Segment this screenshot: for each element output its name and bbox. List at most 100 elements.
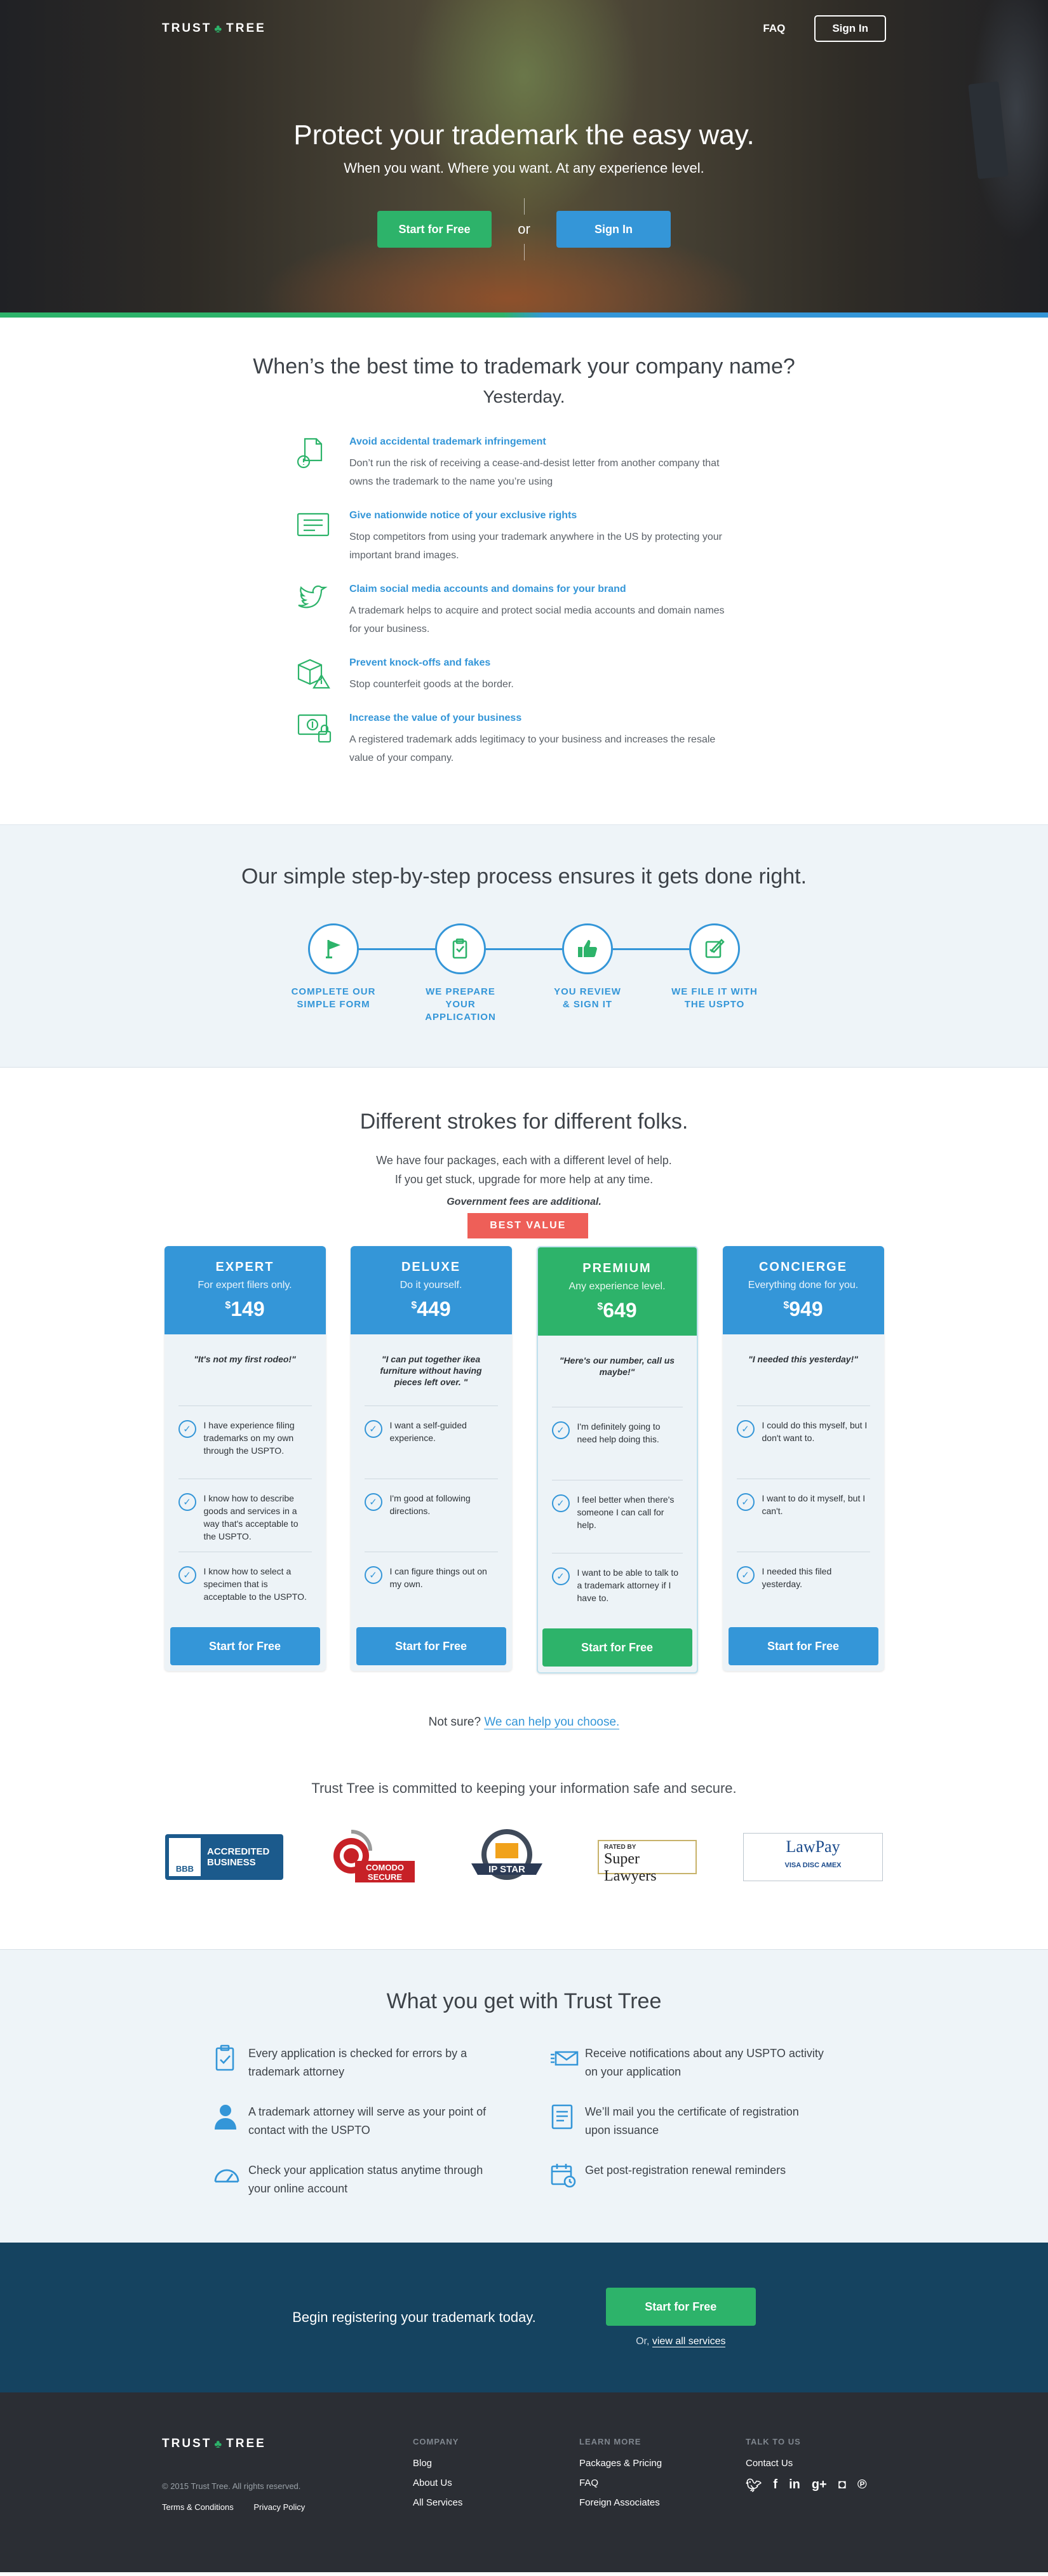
package-tagline: Do it yourself. bbox=[400, 1280, 462, 1291]
package-name: DELUXE bbox=[401, 1260, 461, 1274]
benefits-section: When’s the best time to trademark your c… bbox=[0, 318, 1048, 825]
benefit-item: Avoid accidental trademark infringement D… bbox=[292, 436, 756, 491]
nav-sign-in-button[interactable]: Sign In bbox=[814, 15, 886, 42]
price-value: 649 bbox=[603, 1299, 637, 1322]
footer-heading: COMPANY bbox=[413, 2437, 459, 2446]
super-lawyers-top: RATED BY bbox=[604, 1844, 636, 1851]
benefit-item: Prevent knock-offs and fakes Stop counter… bbox=[292, 657, 756, 694]
twitter-icon[interactable]: 🐦︎ bbox=[746, 2478, 762, 2493]
comodo-badge: COMODO SECURE bbox=[330, 1828, 416, 1886]
feature-text: I know how to select a specimen that is … bbox=[203, 1566, 307, 1602]
footer-link-blog[interactable]: Blog bbox=[413, 2458, 579, 2469]
package-tagline: Everything done for you. bbox=[748, 1280, 859, 1291]
concierge-start-button[interactable]: Start for Free bbox=[728, 1627, 878, 1665]
check-icon: ✓ bbox=[551, 1494, 570, 1512]
check-icon: ✓ bbox=[551, 1567, 570, 1585]
footer-link-foreign[interactable]: Foreign Associates bbox=[579, 2497, 746, 2508]
benefit-title: Avoid accidental trademark infringement bbox=[349, 436, 546, 447]
package-feature: ✓ I feel better when there's someone I ca… bbox=[551, 1480, 683, 1553]
hero-sign-in-button[interactable]: Sign In bbox=[556, 211, 671, 248]
benefit-item: Give nationwide notice of your exclusive… bbox=[292, 510, 756, 565]
terms-link[interactable]: Terms & Conditions bbox=[162, 2502, 234, 2512]
footer-link-services[interactable]: All Services bbox=[413, 2497, 579, 2508]
footer-heading: TALK TO US bbox=[746, 2437, 801, 2446]
logo-text-right: TREE bbox=[226, 2437, 266, 2450]
package-name: CONCIERGE bbox=[758, 1260, 848, 1274]
bird-icon bbox=[292, 584, 349, 638]
premium-start-button[interactable]: Start for Free bbox=[542, 1628, 692, 1667]
begin-start-button[interactable]: Start for Free bbox=[605, 2288, 756, 2326]
check-icon: ✓ bbox=[178, 1566, 196, 1584]
card-logos: VISA DISC AMEX bbox=[784, 1862, 842, 1869]
hero-start-button[interactable]: Start for Free bbox=[377, 211, 492, 248]
or-text: Or, bbox=[636, 2336, 650, 2347]
logo[interactable]: TRUST ♣ TREE bbox=[162, 22, 266, 36]
package-tagline: For expert filers only. bbox=[198, 1280, 292, 1291]
get-item: Receive notifications about any USPTO ac… bbox=[543, 2044, 842, 2081]
faq-link[interactable]: FAQ bbox=[763, 22, 785, 35]
check-icon: ✓ bbox=[364, 1493, 382, 1511]
price-value: 149 bbox=[231, 1298, 265, 1320]
expert-start-button[interactable]: Start for Free bbox=[170, 1627, 320, 1665]
feature-text: I could do this myself, but I don't want… bbox=[762, 1420, 868, 1443]
trust-badges: BBB ACCREDITED BUSINESS COMODO SECURE IP… bbox=[165, 1828, 883, 1886]
package-tagline: Any experience level. bbox=[568, 1281, 666, 1292]
package-price: $449 bbox=[351, 1298, 512, 1321]
footer-logo[interactable]: TRUST ♣ TREE bbox=[162, 2437, 413, 2451]
package-feature: ✓ I could do this myself, but I don't wan… bbox=[736, 1405, 870, 1479]
package-quote: "It's not my first rodeo!" bbox=[194, 1354, 296, 1364]
feature-text: I know how to describe goods and service… bbox=[203, 1493, 299, 1541]
process-steps: COMPLETE OUR SIMPLE FORM WE PREPARE YOUR A… bbox=[283, 923, 765, 1024]
benefit-text: A trademark helps to acquire and protect… bbox=[349, 605, 725, 634]
google-plus-icon[interactable]: g+ bbox=[812, 2478, 827, 2493]
comodo-text: COMODO bbox=[366, 1863, 404, 1872]
package-price: $949 bbox=[723, 1298, 884, 1321]
view-all-services-link[interactable]: view all services bbox=[652, 2336, 726, 2347]
clipboard-icon bbox=[435, 923, 486, 974]
instagram-icon[interactable]: ◘ bbox=[838, 2478, 846, 2493]
what-you-get-grid: Every application is checked for errors … bbox=[206, 2044, 842, 2198]
get-item-text: Get post-registration renewal reminders bbox=[585, 2164, 786, 2177]
footer-link-faq[interactable]: FAQ bbox=[579, 2478, 746, 2488]
step-label: YOU REVIEW bbox=[554, 986, 621, 997]
feature-text: I want a self-guided experience. bbox=[389, 1420, 467, 1443]
process-step: WE PREPARE YOUR APPLICATION bbox=[410, 923, 511, 1024]
trust-section: Trust Tree is committed to keeping your … bbox=[0, 1768, 1048, 1949]
footer-link-about[interactable]: About Us bbox=[413, 2478, 579, 2488]
get-item: Every application is checked for errors … bbox=[206, 2044, 505, 2081]
package-name: EXPERT bbox=[215, 1260, 274, 1274]
package-quote: "I can put together ikea furniture witho… bbox=[380, 1354, 482, 1387]
begin-text: Begin registering your trademark today. bbox=[292, 2309, 536, 2325]
step-label: & SIGN IT bbox=[562, 999, 613, 1010]
social-links: 🐦︎ f in g+ ◘ ℗ bbox=[746, 2478, 912, 2493]
feature-text: I can figure things out on my own. bbox=[389, 1566, 487, 1589]
privacy-link[interactable]: Privacy Policy bbox=[253, 2502, 305, 2512]
footer-link-pricing[interactable]: Packages & Pricing bbox=[579, 2458, 746, 2469]
linkedin-icon[interactable]: in bbox=[789, 2478, 800, 2493]
package-feature: ✓ I want to be able to talk to a trademar… bbox=[551, 1553, 683, 1626]
help-choose-link[interactable]: We can help you choose. bbox=[484, 1715, 620, 1729]
footer-link-contact[interactable]: Contact Us bbox=[746, 2458, 912, 2469]
document-warning-icon bbox=[292, 436, 349, 491]
check-icon: ✓ bbox=[736, 1566, 755, 1584]
facebook-icon[interactable]: f bbox=[773, 2478, 777, 2493]
flag-icon bbox=[308, 923, 359, 974]
bbb-logo: BBB bbox=[169, 1838, 201, 1876]
hero: TRUST ♣ TREE FAQ Sign In Protect your tr… bbox=[0, 0, 1048, 318]
hero-ctas: Start for Free or Sign In bbox=[0, 198, 1048, 260]
step-label: COMPLETE OUR bbox=[291, 986, 376, 997]
price-value: 949 bbox=[789, 1298, 823, 1320]
not-sure-text: Not sure? bbox=[428, 1715, 481, 1729]
hero-or: or bbox=[492, 198, 556, 260]
feature-text: I feel better when there's someone I can… bbox=[577, 1494, 675, 1530]
clipboard-check-icon bbox=[206, 2044, 248, 2076]
check-icon: ✓ bbox=[364, 1566, 382, 1584]
currency-symbol: $ bbox=[783, 1300, 789, 1311]
package-name: PREMIUM bbox=[582, 1261, 652, 1275]
copyright: © 2015 Trust Tree. All rights reserved. bbox=[162, 2481, 301, 2491]
pricing-card-concierge: CONCIERGE Everything done for you. $949 … bbox=[722, 1246, 884, 1671]
deluxe-start-button[interactable]: Start for Free bbox=[356, 1627, 506, 1665]
footer: TRUST ♣ TREE © 2015 Trust Tree. All righ… bbox=[0, 2392, 1048, 2572]
footer-talk-col: TALK TO US Contact Us 🐦︎ f in g+ ◘ ℗ bbox=[746, 2437, 912, 2572]
pinterest-icon[interactable]: ℗ bbox=[857, 2478, 867, 2493]
